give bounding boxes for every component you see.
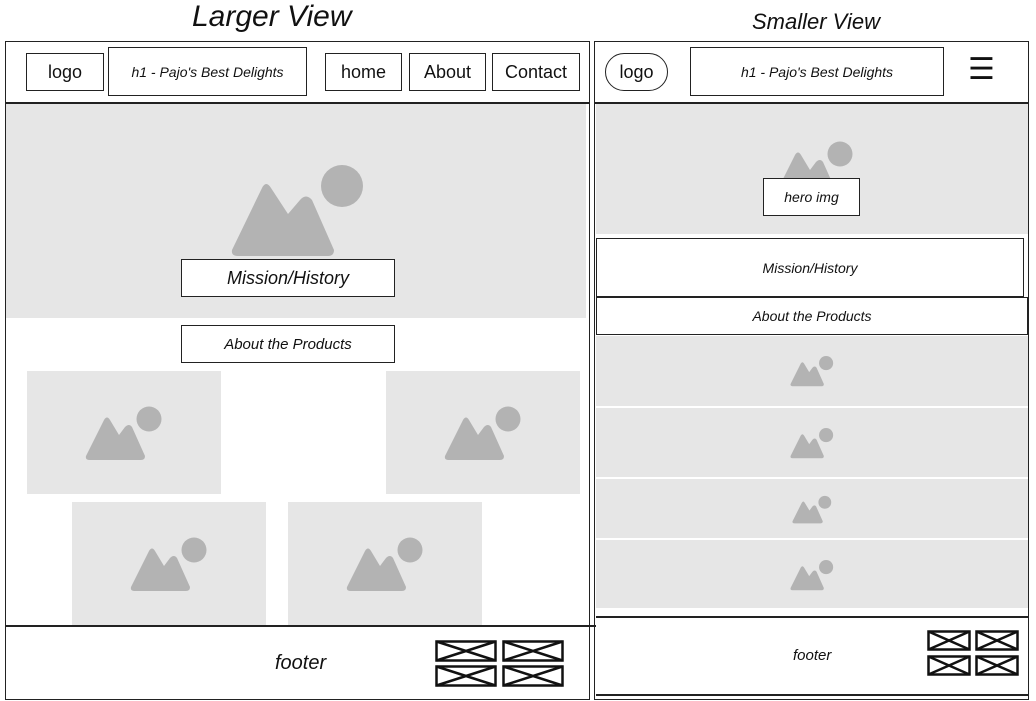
small-footer-divider xyxy=(596,616,1028,618)
small-product-image xyxy=(596,540,1028,608)
image-placeholder-icon xyxy=(85,405,163,461)
small-product-image xyxy=(596,408,1028,477)
nav-contact-link[interactable]: Contact xyxy=(492,53,580,91)
large-social-icons xyxy=(435,640,565,688)
image-placeholder-icon xyxy=(444,405,522,461)
small-about-products: About the Products xyxy=(596,297,1028,335)
larger-view-title: Larger View xyxy=(192,0,352,33)
nav-home-link[interactable]: home xyxy=(325,53,402,91)
large-footer-label: footer xyxy=(275,652,327,674)
large-mission-history: Mission/History xyxy=(181,259,395,297)
large-product-image xyxy=(288,502,482,625)
small-product-image xyxy=(596,336,1028,406)
smaller-view-title: Smaller View xyxy=(752,9,880,34)
image-placeholder-icon xyxy=(130,536,208,592)
small-mission-history: Mission/History xyxy=(596,238,1024,297)
large-product-image xyxy=(27,371,221,494)
small-page-heading: h1 - Pajo's Best Delights xyxy=(690,47,944,96)
large-product-image xyxy=(386,371,580,494)
image-placeholder-icon xyxy=(230,164,366,258)
image-placeholder-icon xyxy=(790,427,834,459)
small-footer-bottom-line xyxy=(596,694,1028,696)
large-about-products: About the Products xyxy=(181,325,395,363)
small-logo[interactable]: logo xyxy=(605,53,668,91)
image-placeholder-icon xyxy=(792,495,832,524)
small-hero-label: hero img xyxy=(763,178,860,216)
small-footer-label: footer xyxy=(793,647,832,664)
large-page-heading: h1 - Pajo's Best Delights xyxy=(108,47,307,96)
hamburger-menu-icon[interactable]: ☰ xyxy=(968,52,995,88)
small-product-image xyxy=(596,479,1028,538)
image-placeholder-icon xyxy=(790,355,834,387)
large-logo[interactable]: logo xyxy=(26,53,104,91)
image-placeholder-icon xyxy=(346,536,424,592)
large-footer-divider xyxy=(5,625,596,627)
image-placeholder-icon xyxy=(790,559,834,591)
small-social-icons xyxy=(927,630,1020,677)
nav-about-link[interactable]: About xyxy=(409,53,486,91)
large-product-image xyxy=(72,502,266,625)
